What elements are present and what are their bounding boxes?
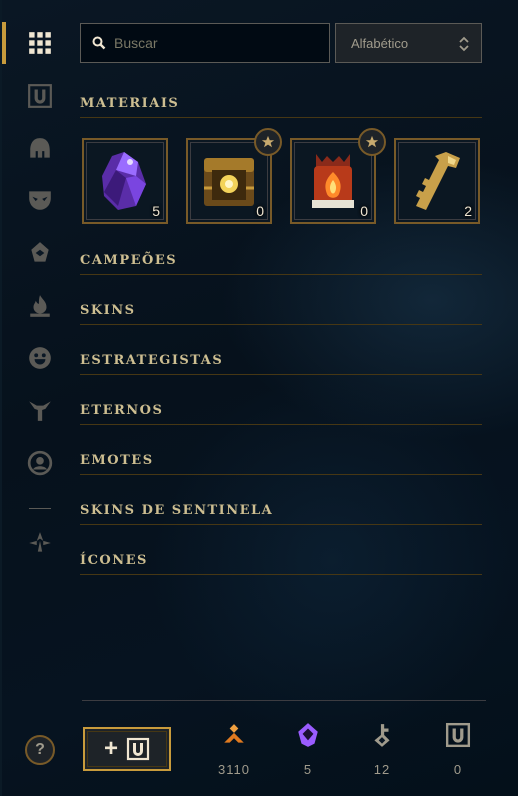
rail-skins-button[interactable] [20, 180, 60, 220]
all-grid-icon [29, 32, 51, 54]
section-tacticians[interactable]: ESTRATEGISTAS [80, 353, 482, 375]
rail-chests-button[interactable] [20, 76, 60, 116]
material-hextech-chest[interactable]: 0 [186, 128, 282, 224]
sort-selected: Alfabético [351, 35, 409, 51]
section-ward-skins[interactable]: SKINS DE SENTINELA [80, 503, 482, 525]
material-masterwork-chest[interactable]: 0 [290, 128, 386, 224]
section-eternals[interactable]: ETERNOS [80, 403, 482, 425]
profile-icon [27, 450, 53, 476]
ward-icon [31, 242, 49, 262]
mask-icon [29, 191, 51, 210]
masterwork-chest-icon [312, 154, 354, 208]
crystal-shard-icon [102, 152, 146, 210]
section-icons[interactable]: ÍCONES [80, 553, 482, 575]
currency-value: 0 [453, 762, 463, 777]
mastery-star-badge [358, 128, 386, 156]
currency-chests: 0 [428, 722, 488, 777]
currency-key-fragments: 12 [352, 722, 412, 777]
chevron-updown-icon [459, 36, 469, 52]
currency-value: 3110 [218, 762, 250, 777]
arrows-icon [29, 532, 51, 552]
search-input[interactable] [114, 35, 314, 51]
section-emotes[interactable]: EMOTES [80, 453, 482, 475]
section-materials[interactable]: MATERIAIS [80, 96, 482, 118]
rail-wards-button[interactable] [20, 233, 60, 273]
material-count: 2 [464, 203, 472, 219]
rail-all-button[interactable] [20, 23, 60, 63]
loot-panel: Alfabético MATERIAIS 5 0 [0, 0, 518, 796]
rail-extra-button[interactable] [20, 523, 60, 563]
rail-eternals-button[interactable] [20, 390, 60, 430]
plus-label: + [103, 735, 118, 762]
eternals-icon [29, 401, 51, 421]
currency-mythic-essence: 5 [278, 722, 338, 777]
hextech-chest-icon [204, 158, 254, 206]
footer-divider [82, 700, 486, 701]
active-indicator [2, 22, 6, 64]
help-button[interactable]: ? [25, 735, 55, 765]
blue-essence-icon [224, 724, 244, 743]
currency-blue-essence: 3110 [204, 722, 264, 777]
search-icon [92, 36, 106, 50]
chest-icon [445, 722, 471, 748]
currency-value: 5 [303, 762, 313, 777]
category-rail [2, 0, 62, 796]
rail-summoner-button[interactable] [20, 286, 60, 326]
search-box[interactable] [80, 23, 330, 63]
star-icon [261, 135, 275, 148]
vault-chest-icon [126, 737, 150, 761]
helmet-icon [30, 138, 50, 158]
emote-face-icon [29, 347, 51, 369]
currency-value: 12 [373, 762, 391, 777]
material-hextech-key[interactable]: 2 [394, 138, 480, 224]
flame-icon [30, 295, 50, 317]
material-crystal-shard[interactable]: 5 [82, 138, 168, 224]
star-icon [365, 135, 379, 148]
sort-dropdown[interactable]: Alfabético [335, 23, 482, 63]
rail-champions-button[interactable] [20, 129, 60, 169]
rail-emotes-button[interactable] [20, 338, 60, 378]
mythic-essence-icon [298, 723, 318, 747]
rail-icons-button[interactable] [20, 443, 60, 483]
material-count: 0 [360, 203, 368, 219]
material-count: 5 [152, 203, 160, 219]
mastery-star-badge [254, 128, 282, 156]
key-fragment-icon [374, 724, 390, 747]
hextech-key-icon [416, 152, 460, 210]
material-count: 0 [256, 203, 264, 219]
vault-chest-icon [28, 84, 52, 108]
rail-divider [29, 508, 51, 509]
section-skins[interactable]: SKINS [80, 303, 482, 325]
add-chest-button[interactable]: + [83, 727, 171, 771]
section-champions[interactable]: CAMPEÕES [80, 253, 482, 275]
